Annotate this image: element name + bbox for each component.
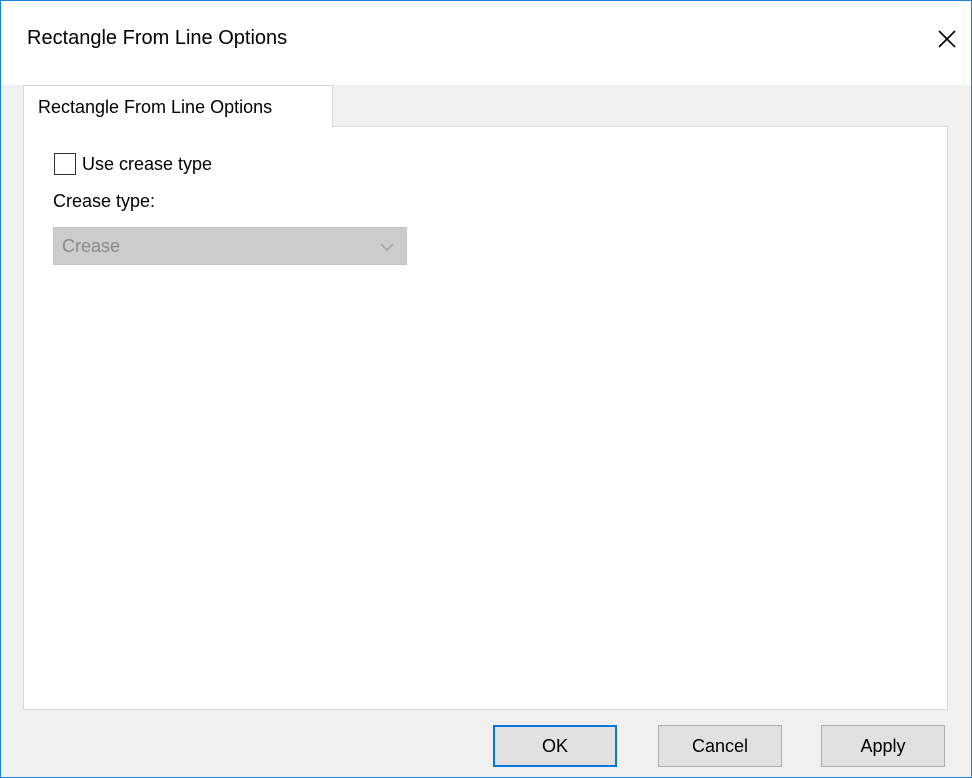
tab-label: Rectangle From Line Options [38, 97, 273, 117]
close-button[interactable] [925, 17, 969, 61]
tab-rectangle-from-line-options[interactable]: Rectangle From Line Options [23, 85, 333, 127]
chevron-down-icon [380, 243, 394, 251]
close-icon [938, 30, 956, 48]
dialog-window: Rectangle From Line Options Rectangle Fr… [0, 0, 972, 778]
ok-button[interactable]: OK [493, 725, 617, 767]
use-crease-type-label[interactable]: Use crease type [82, 154, 212, 175]
crease-type-select[interactable]: Crease [53, 227, 407, 265]
cancel-button[interactable]: Cancel [658, 725, 782, 767]
use-crease-type-option[interactable]: Use crease type [54, 153, 212, 175]
use-crease-type-checkbox[interactable] [54, 153, 76, 175]
apply-button[interactable]: Apply [821, 725, 945, 767]
tab-panel [23, 126, 948, 710]
title-bar: Rectangle From Line Options [1, 1, 971, 85]
crease-type-label: Crease type: [53, 191, 156, 211]
window-title: Rectangle From Line Options [27, 27, 288, 49]
crease-type-value: Crease [62, 236, 121, 256]
